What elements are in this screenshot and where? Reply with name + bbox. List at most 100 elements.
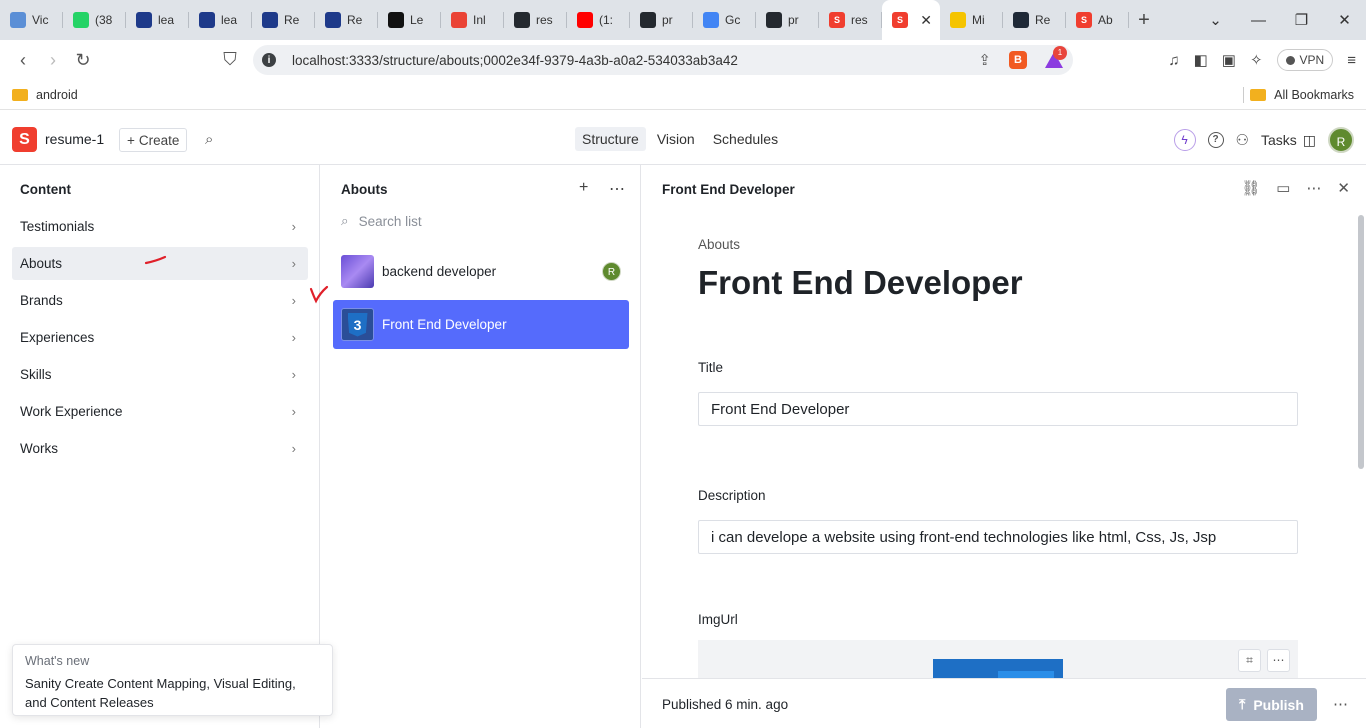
bookmark-icon[interactable]: ⛉ (215, 49, 245, 70)
browser-tab[interactable]: S ✕ (882, 0, 940, 40)
browser-tab[interactable]: Inl (441, 0, 504, 40)
search-list-input[interactable]: ⌕ Search list (341, 213, 422, 229)
user-avatar[interactable]: R (1328, 127, 1354, 153)
help-icon[interactable]: ? (1207, 132, 1224, 148)
tab-label: Re (1035, 13, 1051, 27)
close-icon[interactable]: ✕ (1337, 179, 1350, 197)
chevron-right-icon: › (291, 219, 296, 234)
image-more-icon[interactable]: ⋯ (1267, 649, 1290, 672)
content-item-experiences[interactable]: Experiences › (12, 321, 308, 354)
add-document-icon[interactable]: + (579, 179, 588, 197)
folder-icon (12, 88, 28, 101)
leo-ai-icon[interactable]: ✧ (1250, 51, 1263, 69)
close-window-icon[interactable]: ✕ (1323, 11, 1366, 29)
react-icon (10, 12, 26, 28)
content-item-brands[interactable]: Brands › (12, 284, 308, 317)
folder-icon (1250, 88, 1267, 101)
tab-label: Re (347, 13, 363, 27)
mi-icon (950, 12, 966, 28)
all-bookmarks[interactable]: All Bookmarks (1250, 88, 1354, 102)
content-item-skills[interactable]: Skills › (12, 358, 308, 391)
back-icon[interactable]: ‹ (8, 50, 38, 71)
new-tab-icon[interactable]: + (1129, 9, 1159, 32)
footer-more-icon[interactable]: ⋯ (1333, 695, 1348, 713)
document-item-front-end[interactable]: 3 Front End Developer (333, 300, 629, 349)
content-item-testimonials[interactable]: Testimonials › (12, 210, 308, 243)
sidebar-toggle-icon[interactable]: ◧ (1194, 51, 1208, 69)
content-item-work-experience[interactable]: Work Experience › (12, 395, 308, 428)
editor-scrollbar[interactable] (1358, 215, 1364, 469)
more-icon[interactable]: ⋯ (1306, 179, 1321, 197)
imgurl-field-label: ImgUrl (698, 612, 738, 627)
create-button[interactable]: + Create (119, 128, 188, 152)
tab-structure[interactable]: Structure (575, 127, 646, 151)
menu-icon[interactable]: ≡ (1347, 52, 1356, 69)
browser-tab[interactable]: Re (315, 0, 378, 40)
reload-icon[interactable]: ↻ (68, 50, 98, 71)
close-tab-icon[interactable]: ✕ (920, 12, 932, 29)
browser-tab[interactable]: res (504, 0, 567, 40)
publish-button[interactable]: ⤒ Publish (1226, 688, 1317, 721)
restore-icon[interactable]: ❐ (1280, 11, 1323, 29)
browser-tab[interactable]: Re (1003, 0, 1066, 40)
browser-tab[interactable]: lea (189, 0, 252, 40)
browser-tab-strip: Vic (38 lea lea Re Re Le Inl res (1: pr Gc pr Sres S ✕ M… (0, 0, 1366, 40)
address-bar[interactable]: i localhost:3333/structure/abouts;0002e3… (253, 45, 1073, 75)
title-field-input[interactable]: Front End Developer (698, 392, 1298, 426)
crop-icon[interactable]: ⌗ (1238, 649, 1261, 672)
tab-vision[interactable]: Vision (650, 127, 702, 151)
description-field-input[interactable]: i can develope a website using front-end… (698, 520, 1298, 554)
browser-tab[interactable]: pr (630, 0, 693, 40)
comment-icon[interactable]: ▭ (1276, 179, 1290, 197)
media-icon[interactable]: ♫ (1168, 52, 1179, 69)
whats-new-body: Sanity Create Content Mapping, Visual Ed… (25, 676, 296, 710)
tab-list: Vic (38 lea lea Re Re Le Inl res (1: pr Gc pr Sres S ✕ M… (0, 0, 1129, 40)
browser-tab[interactable]: Gc (693, 0, 756, 40)
bookmark-android[interactable]: android (12, 88, 78, 102)
browser-tab[interactable]: pr (756, 0, 819, 40)
create-label: Create (138, 132, 180, 148)
document-label: backend developer (382, 264, 497, 279)
forward-icon[interactable]: › (38, 50, 68, 71)
browser-tab[interactable]: S Ab (1066, 0, 1129, 40)
bolt-icon[interactable]: ϟ (1173, 129, 1196, 151)
url-text[interactable]: localhost:3333/structure/abouts;0002e34f… (292, 53, 738, 68)
brave-rewards-icon[interactable]: 1 (1045, 46, 1067, 68)
github-icon (640, 12, 656, 28)
sanity-logo-icon[interactable]: S (12, 127, 37, 152)
wallet-icon[interactable]: ▣ (1222, 51, 1236, 69)
browser-tab[interactable]: lea (126, 0, 189, 40)
red-dash-annotation (144, 255, 167, 265)
share-icon[interactable]: ⇪ (978, 51, 991, 69)
browser-tab[interactable]: Vic (0, 0, 63, 40)
site-info-icon[interactable]: i (262, 53, 276, 67)
more-icon[interactable]: ⋯ (609, 179, 625, 199)
tab-label: res (851, 13, 868, 27)
browser-tab[interactable]: (1: (567, 0, 630, 40)
document-item-backend[interactable]: backend developer R (333, 247, 629, 296)
browser-tab[interactable]: Mi (940, 0, 1003, 40)
tab-label: Re (284, 13, 300, 27)
browser-tab[interactable]: Sres (819, 0, 882, 40)
tab-label: (1: (599, 13, 614, 27)
css-thumbnail-icon: 3 (341, 308, 374, 341)
link-icon[interactable]: ⛓ (1241, 179, 1260, 197)
whats-new-card[interactable]: What's new Sanity Create Content Mapping… (12, 644, 333, 716)
content-item-works[interactable]: Works › (12, 432, 308, 465)
search-icon[interactable]: ⌕ (205, 131, 213, 148)
image-preview[interactable]: ⌗ ⋯ (698, 640, 1298, 680)
chevron-right-icon: › (291, 330, 296, 345)
workspace-name[interactable]: resume-1 (45, 131, 104, 147)
tab-search-chevron-icon[interactable]: ⌄ (1194, 11, 1237, 29)
presence-icon[interactable]: ⚇ (1236, 131, 1249, 149)
brave-shields-icon[interactable]: B (1009, 51, 1027, 69)
browser-tab[interactable]: (38 (63, 0, 126, 40)
browser-tab[interactable]: Le (378, 0, 441, 40)
tasks-label: Tasks (1260, 132, 1297, 148)
tab-schedules[interactable]: Schedules (706, 127, 785, 151)
minimize-icon[interactable]: — (1237, 12, 1280, 29)
content-item-label: Skills (20, 367, 52, 382)
browser-tab[interactable]: Re (252, 0, 315, 40)
tasks-button[interactable]: Tasks ◫ (1261, 132, 1316, 149)
vpn-button[interactable]: VPN (1276, 49, 1334, 71)
